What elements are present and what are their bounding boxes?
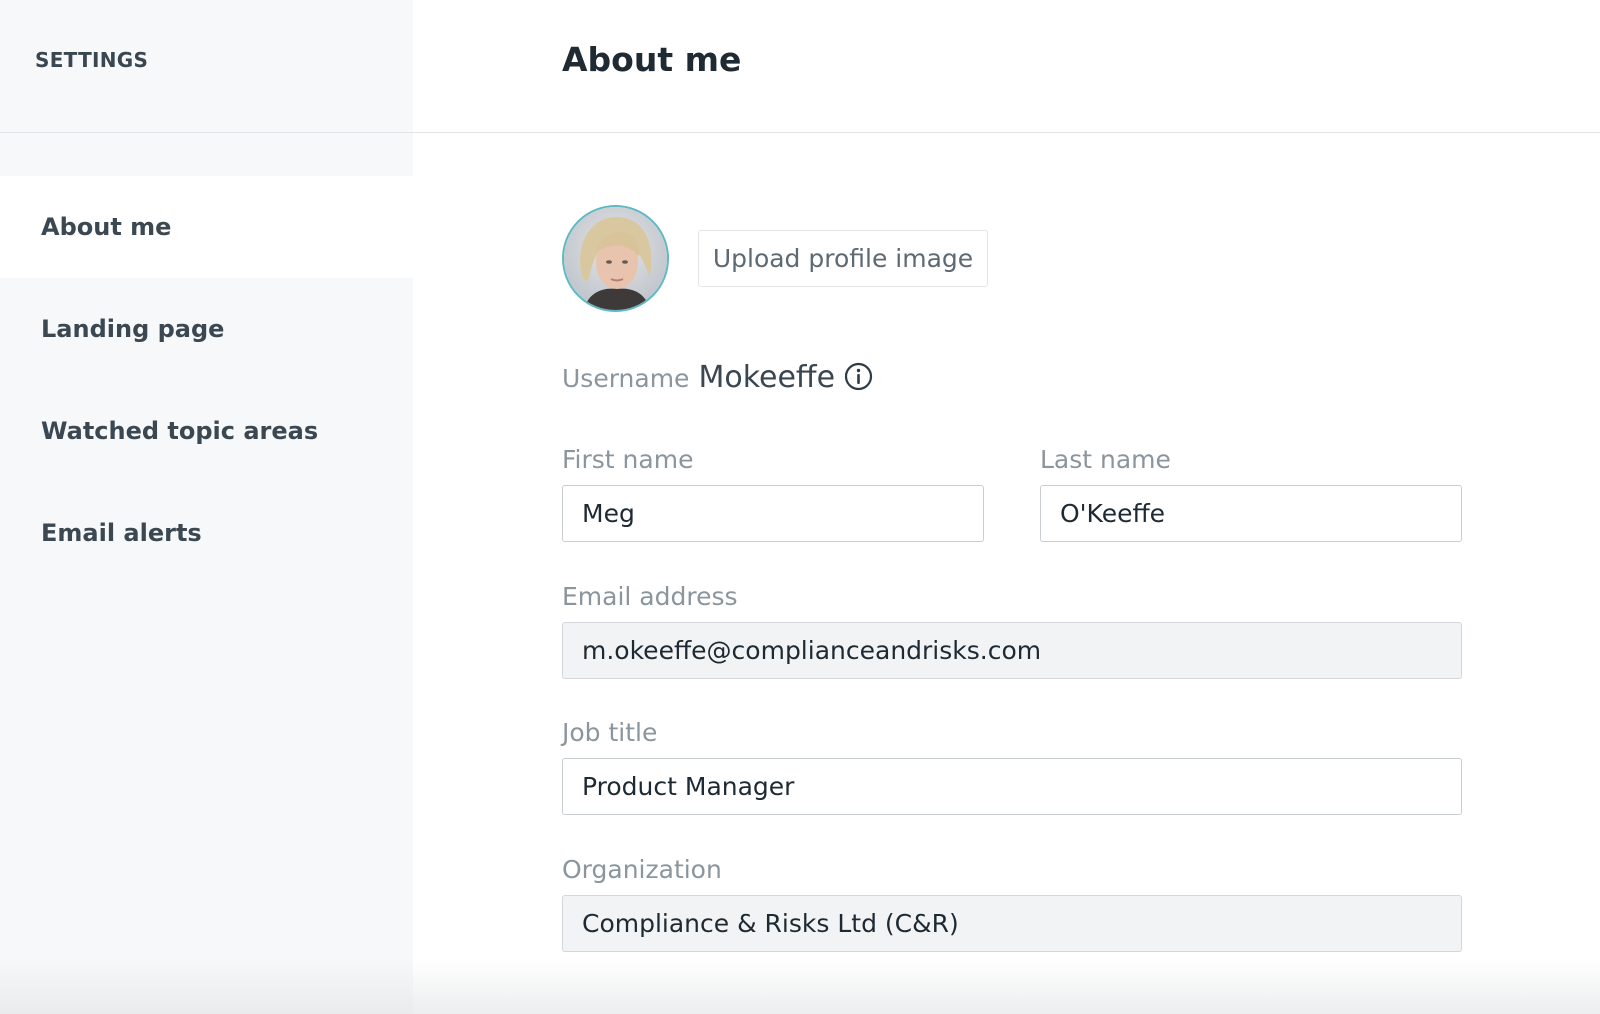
sidebar-item-email-alerts[interactable]: Email alerts — [0, 482, 413, 584]
first-name-label: First name — [562, 445, 694, 474]
last-name-input[interactable] — [1040, 485, 1462, 542]
username-label: Username — [562, 364, 690, 393]
sidebar-nav: About me Landing page Watched topic area… — [0, 176, 413, 584]
username-row: Username Mokeeffe — [562, 358, 873, 395]
sidebar-title: SETTINGS — [35, 48, 149, 72]
job-title-label: Job title — [562, 718, 658, 747]
settings-sidebar: SETTINGS About me Landing page Watched t… — [0, 0, 413, 1014]
username-value: Mokeeffe — [698, 360, 836, 395]
main-content: About me Upload profile image Username M… — [413, 0, 1600, 1014]
sidebar-item-landing-page[interactable]: Landing page — [0, 278, 413, 380]
sidebar-item-about-me[interactable]: About me — [0, 176, 413, 278]
avatar-photo — [564, 207, 667, 310]
sidebar-item-watched-topic-areas[interactable]: Watched topic areas — [0, 380, 413, 482]
upload-profile-image-button[interactable]: Upload profile image — [698, 230, 988, 287]
organization-label: Organization — [562, 855, 722, 884]
avatar — [562, 205, 669, 312]
main-header: About me — [413, 0, 1600, 133]
last-name-label: Last name — [1040, 445, 1171, 474]
sidebar-header: SETTINGS — [0, 0, 413, 133]
email-field[interactable] — [562, 622, 1462, 679]
job-title-input[interactable] — [562, 758, 1462, 815]
first-name-input[interactable] — [562, 485, 984, 542]
organization-field[interactable] — [562, 895, 1462, 952]
page-title: About me — [562, 40, 742, 79]
email-label: Email address — [562, 582, 738, 611]
info-circle-icon[interactable] — [844, 362, 873, 391]
